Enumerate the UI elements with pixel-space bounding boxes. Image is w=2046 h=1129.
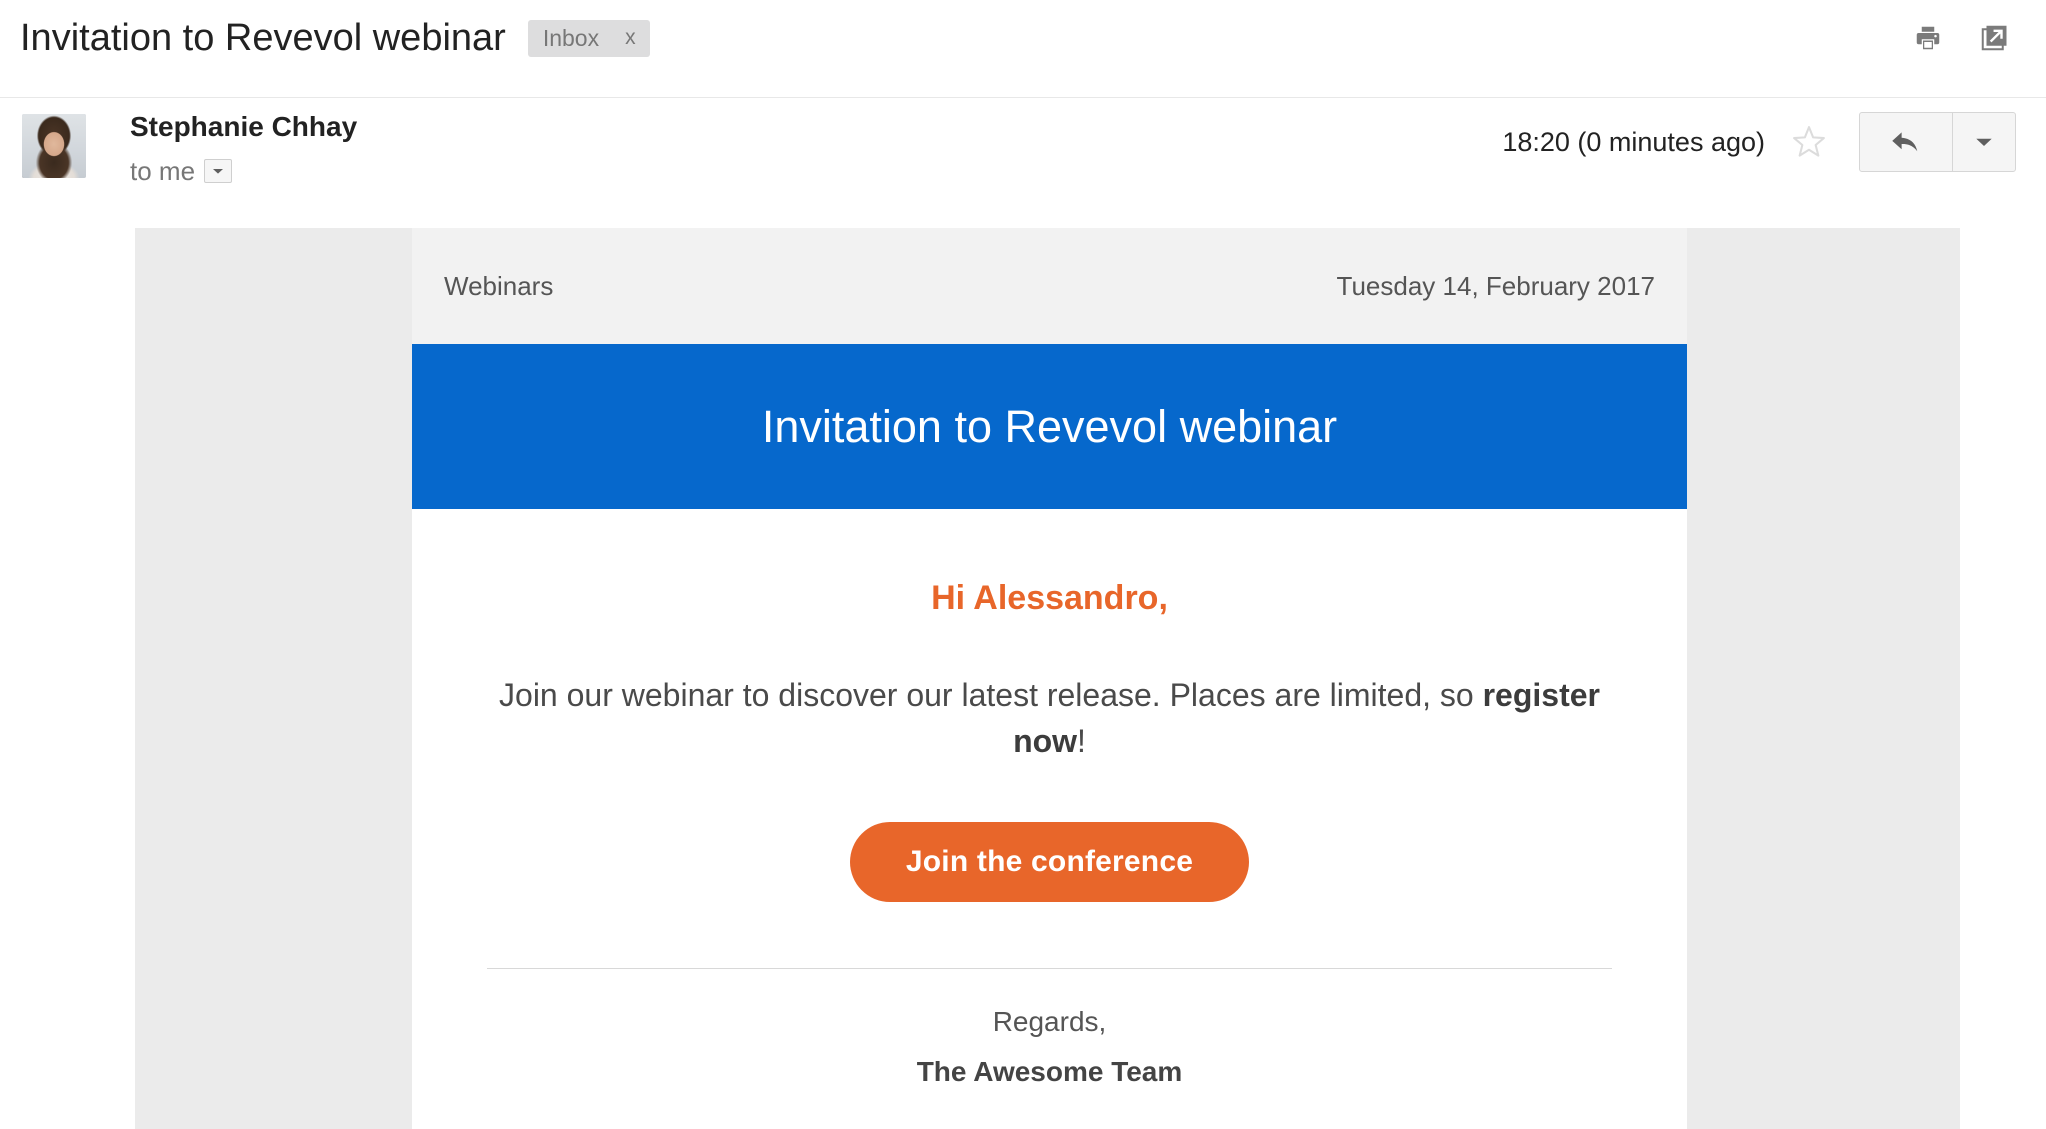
email-signature: The Awesome Team bbox=[916, 1056, 1183, 1087]
label-chip-inbox[interactable]: Inbox x bbox=[527, 19, 650, 57]
email-content: Hi Alessandro, Join our webinar to disco… bbox=[412, 577, 1687, 1089]
avatar[interactable] bbox=[22, 114, 86, 178]
label-remove-icon[interactable]: x bbox=[625, 26, 636, 49]
recipient-label: to me bbox=[130, 156, 196, 186]
star-button[interactable] bbox=[1787, 120, 1831, 164]
recipient-details-button[interactable] bbox=[204, 159, 233, 183]
sender-block: Stephanie Chhay to me bbox=[130, 110, 357, 186]
open-in-new-window-icon bbox=[1981, 25, 2007, 51]
header-actions bbox=[1908, 18, 2014, 58]
thread-header: Invitation to Revevol webinar Inbox x bbox=[0, 0, 2046, 98]
content-divider bbox=[487, 968, 1612, 969]
paragraph-part-1: Join our webinar to discover our latest … bbox=[499, 677, 1483, 713]
open-in-new-window-button[interactable] bbox=[1974, 18, 2014, 58]
preheader-category: Webinars bbox=[444, 271, 554, 301]
page-title: Invitation to Revevol webinar bbox=[20, 17, 506, 59]
reply-arrow-icon bbox=[1892, 132, 1918, 152]
email-outer-background: Webinars Tuesday 14, February 2017 Invit… bbox=[135, 228, 1960, 1129]
reply-button-group bbox=[1859, 112, 2016, 172]
sender-name: Stephanie Chhay bbox=[130, 111, 358, 142]
cta-wrapper: Join the conference bbox=[487, 822, 1612, 902]
star-outline-icon bbox=[1793, 126, 1825, 157]
email-banner-title: Invitation to Revevol webinar bbox=[761, 400, 1338, 452]
recipient-row[interactable]: to me bbox=[130, 156, 357, 186]
email-body: Webinars Tuesday 14, February 2017 Invit… bbox=[0, 228, 2046, 1129]
email-signoff: Regards, bbox=[992, 1006, 1107, 1037]
message-actions: 18:20 (0 minutes ago) bbox=[1502, 112, 2016, 172]
email-paragraph: Join our webinar to discover our latest … bbox=[487, 672, 1612, 764]
label-chip-label: Inbox bbox=[542, 24, 600, 51]
email-banner: Invitation to Revevol webinar bbox=[412, 344, 1687, 509]
message-header: Stephanie Chhay to me 18:20 (0 minutes a… bbox=[0, 98, 2046, 228]
email-preheader: Webinars Tuesday 14, February 2017 bbox=[412, 228, 1687, 344]
join-the-conference-button[interactable]: Join the conference bbox=[849, 822, 1250, 902]
avatar-photo bbox=[22, 114, 86, 178]
email-card: Webinars Tuesday 14, February 2017 Invit… bbox=[412, 228, 1687, 1129]
print-button[interactable] bbox=[1908, 18, 1948, 58]
chevron-down-icon bbox=[213, 169, 224, 174]
email-greeting: Hi Alessandro, bbox=[931, 579, 1168, 617]
chevron-down-icon bbox=[1976, 138, 1992, 146]
paragraph-part-2: ! bbox=[1077, 723, 1086, 759]
print-icon bbox=[1916, 26, 1940, 50]
reply-button[interactable] bbox=[1860, 113, 1953, 171]
reply-more-button[interactable] bbox=[1953, 113, 2015, 171]
preheader-date: Tuesday 14, February 2017 bbox=[1336, 271, 1655, 301]
subject-area: Invitation to Revevol webinar Inbox x bbox=[20, 14, 650, 62]
message-timestamp: 18:20 (0 minutes ago) bbox=[1502, 127, 1765, 157]
